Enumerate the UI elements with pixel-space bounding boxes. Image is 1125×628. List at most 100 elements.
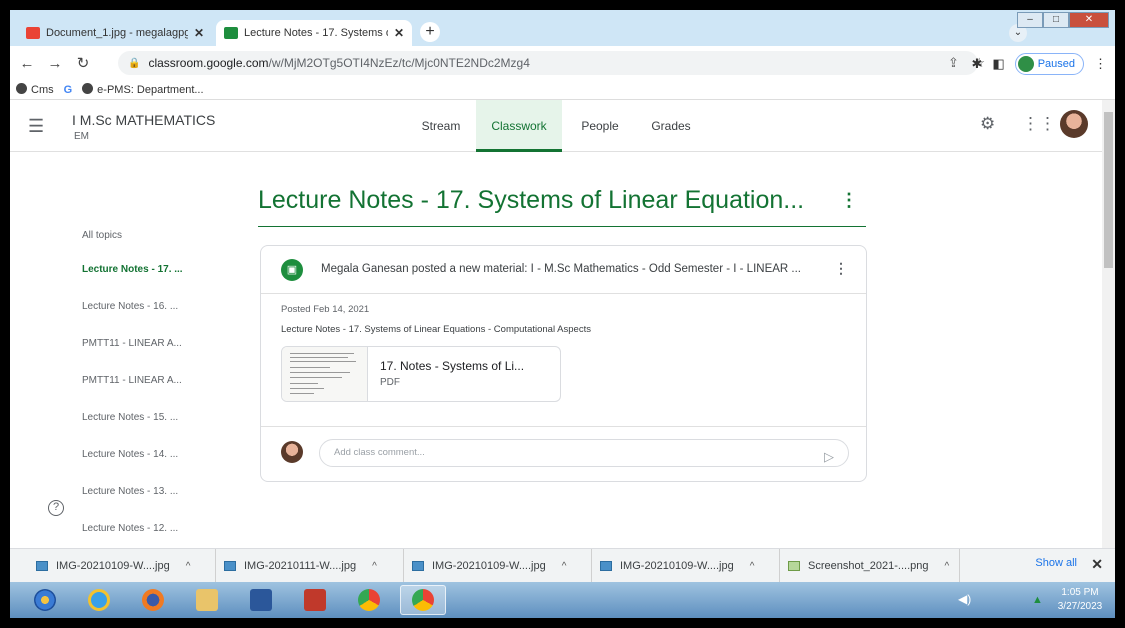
chevron-up-icon[interactable]: ^	[186, 561, 191, 572]
scrollbar-thumb[interactable]	[1104, 112, 1113, 268]
user-avatar	[281, 441, 303, 463]
download-item[interactable]: IMG-20210109-W....jpg ^	[30, 549, 216, 583]
topic-item[interactable]: Lecture Notes - 17. ...	[82, 264, 222, 301]
card-options-icon[interactable]: ⋮	[834, 260, 848, 277]
bookmark-epms[interactable]: e-PMS: Department...	[82, 83, 204, 96]
globe-icon	[16, 83, 27, 94]
chevron-up-icon[interactable]: ^	[562, 561, 567, 572]
posted-date: Posted Feb 14, 2021	[281, 304, 370, 315]
hamburger-menu-icon[interactable]: ☰	[28, 116, 44, 137]
topic-item[interactable]: PMTT11 - LINEAR A...	[82, 338, 222, 375]
window-controls: – □ ✕	[1017, 12, 1109, 28]
material-card: ▣ Megala Ganesan posted a new material: …	[260, 245, 867, 482]
course-title[interactable]: I M.Sc MATHEMATICS	[72, 112, 215, 128]
tab-classwork[interactable]: Classwork	[476, 100, 562, 152]
download-item[interactable]: Screenshot_2021-....png ^	[782, 549, 960, 583]
new-tab-button[interactable]: +	[420, 22, 440, 42]
windows-logo-icon	[34, 589, 56, 611]
chevron-up-icon[interactable]: ^	[944, 561, 949, 572]
reload-icon[interactable]: ↻	[72, 54, 94, 72]
share-icon[interactable]: ⇪	[948, 55, 959, 70]
bookmark-cms[interactable]: Cms	[16, 83, 54, 96]
topic-item[interactable]: Lecture Notes - 14. ...	[82, 449, 222, 486]
extensions-icon[interactable]: ✱	[971, 56, 982, 72]
volume-icon[interactable]: ◀)	[958, 592, 971, 606]
action-center-flag-icon[interactable]: ▲	[1032, 594, 1043, 606]
comment-row: Add class comment... ▷	[261, 426, 866, 481]
taskbar-app[interactable]	[292, 585, 338, 615]
bookmarks-bar: Cms G e-PMS: Department...	[10, 80, 1115, 100]
topic-item[interactable]: Lecture Notes - 13. ...	[82, 486, 222, 523]
browser-tab-gmail[interactable]: Document_1.jpg - megalagpgd@ ✕	[18, 20, 212, 46]
image-file-icon	[412, 561, 424, 571]
close-tab-icon[interactable]: ✕	[194, 26, 204, 40]
topic-all[interactable]: All topics	[82, 230, 222, 264]
bookmark-google[interactable]: G	[64, 84, 73, 96]
image-file-icon	[600, 561, 612, 571]
tab-people[interactable]: People	[570, 100, 630, 152]
show-all-downloads-link[interactable]: Show all	[1035, 557, 1077, 569]
browser-tab-classroom[interactable]: Lecture Notes - 17. Systems of Li ✕	[216, 20, 412, 46]
send-icon[interactable]: ▷	[824, 444, 834, 470]
chrome-icon	[358, 589, 380, 611]
taskbar-explorer[interactable]	[184, 585, 230, 615]
firefox-icon	[142, 589, 164, 611]
start-button[interactable]	[22, 585, 68, 615]
url-host: classroom.google.com	[148, 56, 269, 70]
download-item[interactable]: IMG-20210109-W....jpg ^	[594, 549, 780, 583]
chevron-up-icon[interactable]: ^	[372, 561, 377, 572]
browser-tab-strip: Document_1.jpg - megalagpgd@ ✕ Lecture N…	[10, 10, 1115, 46]
avatar	[1017, 56, 1034, 72]
class-comment-input[interactable]: Add class comment... ▷	[319, 439, 849, 467]
topic-item[interactable]: Lecture Notes - 15. ...	[82, 412, 222, 449]
close-tab-icon[interactable]: ✕	[394, 26, 404, 40]
settings-gear-icon[interactable]: ⚙	[980, 114, 995, 134]
pdf-thumbnail	[282, 347, 368, 401]
taskbar-firefox[interactable]	[130, 585, 176, 615]
taskbar-word[interactable]	[238, 585, 284, 615]
post-headline: Megala Ganesan posted a new material: I …	[321, 263, 801, 275]
help-icon[interactable]: ?	[48, 500, 64, 516]
window-close-button[interactable]: ✕	[1069, 12, 1109, 28]
download-item[interactable]: IMG-20210111-W....jpg ^	[218, 549, 404, 583]
download-filename: IMG-20210111-W....jpg	[244, 560, 357, 572]
system-clock[interactable]: 1:05 PM 3/27/2023	[1050, 586, 1110, 614]
maximize-button[interactable]: □	[1043, 12, 1069, 28]
clock-time: 1:05 PM	[1061, 587, 1099, 598]
address-bar[interactable]: 🔒 classroom.google.com /w/MjM2OTg5OTI4Nz…	[118, 51, 978, 75]
attachment-type: PDF	[380, 377, 400, 388]
tab-grades[interactable]: Grades	[640, 100, 702, 152]
chevron-up-icon[interactable]: ^	[750, 561, 755, 572]
card-header[interactable]: ▣ Megala Ganesan posted a new material: …	[261, 246, 866, 294]
account-avatar[interactable]	[1060, 110, 1088, 138]
image-file-icon	[788, 561, 800, 571]
profile-button[interactable]: Paused	[1014, 53, 1084, 75]
taskbar-ie[interactable]	[76, 585, 122, 615]
taskbar-chrome[interactable]	[346, 585, 392, 615]
classroom-icon	[224, 27, 238, 39]
app-grid-icon	[304, 589, 326, 611]
clock-date: 3/27/2023	[1057, 601, 1103, 612]
download-filename: Screenshot_2021-....png	[808, 560, 929, 572]
globe-icon	[82, 83, 94, 94]
minimize-button[interactable]: –	[1017, 12, 1043, 28]
topic-options-icon[interactable]: ⋮	[840, 190, 858, 211]
image-file-icon	[224, 561, 236, 571]
download-item[interactable]: IMG-20210109-W....jpg ^	[406, 549, 592, 583]
topic-item[interactable]: PMTT11 - LINEAR A...	[82, 375, 222, 412]
forward-icon[interactable]: →	[44, 55, 66, 72]
classroom-header: ☰ I M.Sc MATHEMATICS EM Stream Classwork…	[10, 100, 1102, 152]
side-panel-icon[interactable]: ◧	[992, 56, 1004, 72]
close-downloads-icon[interactable]: ✕	[1091, 556, 1103, 573]
topic-item[interactable]: Lecture Notes - 16. ...	[82, 301, 222, 338]
tab-title: Lecture Notes - 17. Systems of Li	[244, 27, 388, 39]
tab-stream[interactable]: Stream	[408, 100, 474, 152]
menu-icon[interactable]: ⋮	[1094, 56, 1107, 72]
attachment-card[interactable]: 17. Notes - Systems of Li... PDF	[281, 346, 561, 402]
gmail-icon	[26, 27, 40, 39]
taskbar-chrome-active[interactable]	[400, 585, 446, 615]
back-icon[interactable]: ←	[16, 55, 38, 72]
toolbar-right: ✱ ◧ Paused ⋮	[971, 53, 1107, 75]
material-description: Lecture Notes - 17. Systems of Linear Eq…	[281, 324, 591, 335]
url-path: /w/MjM2OTg5OTI4NzEz/tc/Mjc0NTE2NDc2Mzg4	[268, 56, 530, 70]
